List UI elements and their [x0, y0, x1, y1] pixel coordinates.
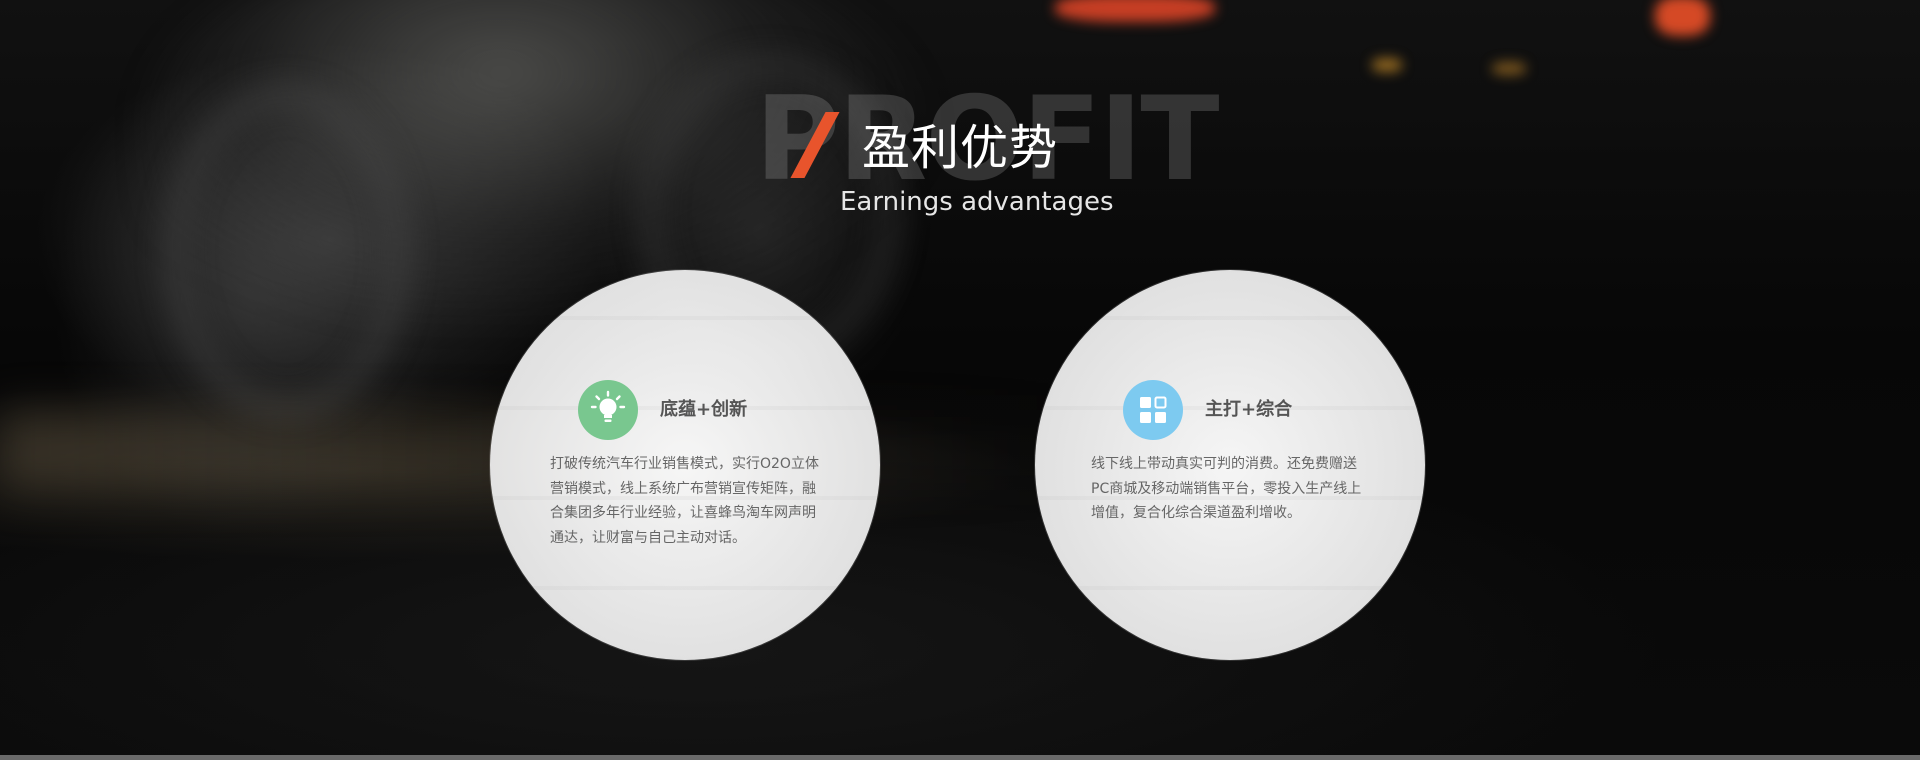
card-title: 主打+综合	[1205, 399, 1293, 420]
advantage-card-heritage-innovation: 底蕴+创新 打破传统汽车行业销售模式，实行O2O立体营销模式，线上系统广布营销宣…	[490, 270, 880, 660]
grid-icon	[1123, 380, 1183, 440]
profit-section: PROFIT 盈利优势 Earnings advantages 底蕴+创新 打破…	[0, 0, 1920, 760]
background-tail-light	[1055, 0, 1215, 22]
advantage-card-main-comprehensive: 主打+综合 线下线上带动真实可判的消费。还免费赠送PC商城及移动端销售平台，零投…	[1035, 270, 1425, 660]
background-light	[1492, 62, 1526, 75]
card-description: 线下线上带动真实可判的消费。还免费赠送PC商城及移动端销售平台，零投入生产线上增…	[1091, 456, 1362, 521]
section-title: 盈利优势	[862, 120, 1059, 176]
background-light	[1372, 58, 1402, 72]
bottom-divider	[0, 755, 1920, 760]
card-description: 打破传统汽车行业销售模式，实行O2O立体营销模式，线上系统广布营销宣传矩阵，融合…	[550, 456, 819, 546]
section-subtitle: Earnings advantages	[840, 187, 1114, 217]
background-tail-light	[1655, 0, 1710, 36]
lightbulb-icon	[578, 380, 638, 440]
card-title: 底蕴+创新	[660, 399, 748, 420]
background-wheel-left	[165, 85, 409, 419]
